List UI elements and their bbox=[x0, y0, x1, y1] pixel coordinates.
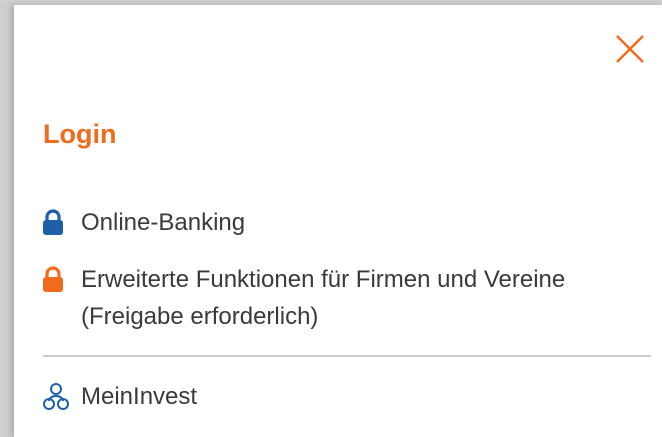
lock-icon bbox=[41, 261, 81, 294]
meininvest-link[interactable]: MeinInvest bbox=[41, 378, 197, 415]
extended-functions-label: Erweiterte Funktionen für Firmen und Ver… bbox=[81, 266, 566, 330]
person-group-icon bbox=[41, 378, 81, 412]
online-banking-label: Online-Banking bbox=[81, 209, 246, 236]
extended-functions-link[interactable]: Erweiterte Funktionen für Firmen und Ver… bbox=[41, 261, 601, 335]
login-panel: Login Online-Banking Erweiterte Funktion… bbox=[14, 5, 662, 437]
divider bbox=[43, 355, 651, 357]
close-icon bbox=[616, 35, 644, 63]
lock-icon bbox=[41, 204, 81, 237]
meininvest-label: MeinInvest bbox=[81, 383, 198, 410]
panel-title: Login bbox=[43, 119, 117, 149]
close-button[interactable] bbox=[610, 29, 650, 69]
online-banking-link[interactable]: Online-Banking bbox=[41, 204, 245, 241]
